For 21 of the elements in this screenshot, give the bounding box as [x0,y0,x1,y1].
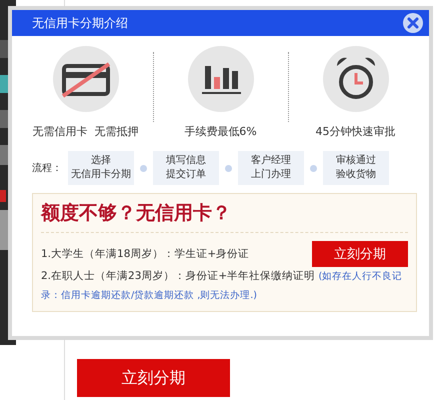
process-step: 填写信息 提交订单 [153,151,219,185]
close-icon[interactable] [403,13,423,33]
requirement-text: 1.大学生（年满18周岁）：学生证+身份证 [41,246,250,262]
alarm-clock-icon [322,46,388,112]
installment-button[interactable]: 立刻分期 [77,359,230,397]
dialog-title: 无信用卡分期介绍 [32,14,128,32]
crossed-card-icon [52,46,118,112]
process-label: 流程： [32,162,62,175]
promo-heading: 额度不够？无信用卡？ [41,200,408,233]
process-step: 选择 无信用卡分期 [68,151,134,185]
feature-label: 手续费最低6% [184,124,257,139]
requirement-text: 2.在职人士（年满23周岁）：身份证+半年社保缴纳证明 (如存在人行不良记录：信用卡逾期还款/贷款逾期还款 ,则无法办理.) [41,269,404,303]
step-dot-icon [140,164,147,172]
installment-button[interactable]: 立刻分期 [312,241,408,267]
step-dot-icon [310,164,317,172]
feature-label: 45分钟快速审批 [316,124,396,139]
bar-chart-icon [188,46,254,112]
process-step: 审核通过 验收货物 [323,151,389,185]
feature-label: 无需信用卡 无需抵押 [32,124,138,139]
process-step: 客户经理 上门办理 [238,151,304,185]
step-dot-icon [225,164,232,172]
